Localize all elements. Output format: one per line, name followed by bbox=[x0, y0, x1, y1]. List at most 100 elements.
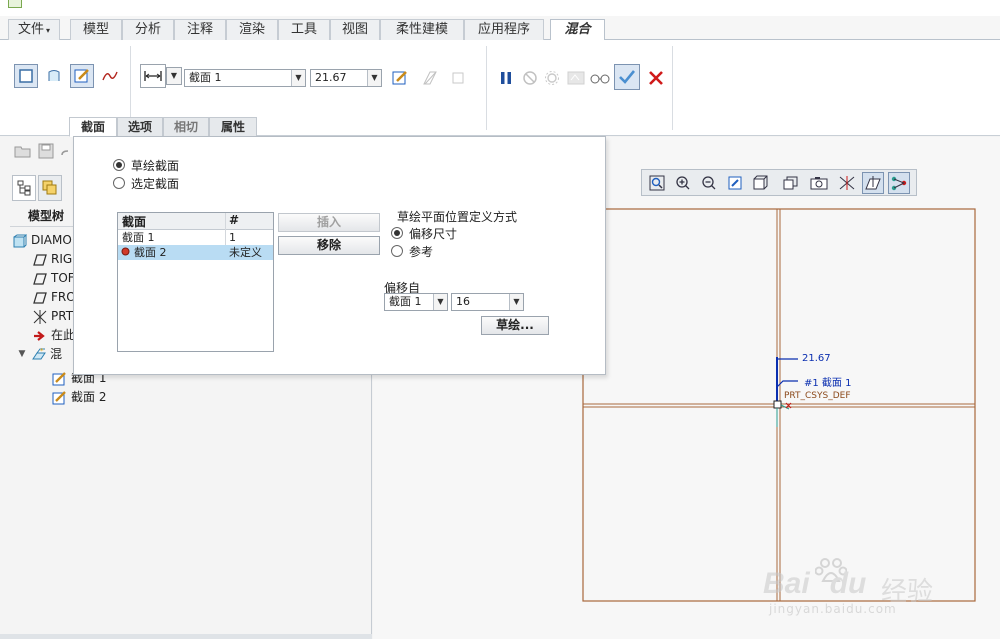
tree-item-right-plane[interactable]: RIG bbox=[32, 250, 72, 269]
plane-icon bbox=[423, 71, 437, 85]
table-row-selected[interactable]: 截面 2 未定义 bbox=[118, 245, 273, 260]
saved-orientations-button[interactable] bbox=[780, 172, 802, 194]
datum-planes-toggle[interactable] bbox=[862, 172, 884, 194]
tab-model[interactable]: 模型 bbox=[70, 19, 122, 40]
dimension-label[interactable]: 21.67 bbox=[802, 353, 831, 364]
tree-item-part[interactable]: DIAMO bbox=[12, 231, 72, 250]
tab-analysis[interactable]: 分析 bbox=[122, 19, 174, 40]
save-icon[interactable] bbox=[38, 143, 54, 159]
gear-icon bbox=[545, 71, 559, 85]
tab-model-tree[interactable] bbox=[12, 175, 36, 201]
depth-value-combo[interactable]: 21.67 ▼ bbox=[310, 69, 382, 87]
radio-dot[interactable] bbox=[391, 245, 403, 257]
undo-icon[interactable] bbox=[60, 143, 70, 159]
tab-tangency[interactable]: 相切 bbox=[163, 117, 209, 137]
tab-annotate[interactable]: 注释 bbox=[174, 19, 226, 40]
sketch-button[interactable]: 草绘... bbox=[481, 316, 549, 335]
row-index: 1 bbox=[229, 231, 236, 244]
repaint-button[interactable] bbox=[724, 172, 746, 194]
table-header: 截面 # bbox=[118, 213, 273, 230]
chevron-down-icon: ▼ bbox=[433, 294, 447, 310]
camera-icon bbox=[810, 177, 828, 190]
insert-here-arrow-icon bbox=[32, 328, 48, 344]
tree-item-blend[interactable]: ▼ * 混 bbox=[16, 345, 62, 364]
solid-button[interactable] bbox=[14, 64, 38, 88]
app-icon bbox=[8, 0, 22, 8]
table-row[interactable]: 截面 1 1 bbox=[118, 230, 273, 245]
tab-layers[interactable] bbox=[38, 175, 62, 201]
tree-item-csys[interactable]: PRT bbox=[32, 307, 73, 326]
tree-item-top-plane[interactable]: TOF bbox=[32, 269, 75, 288]
pause-icon bbox=[501, 72, 511, 84]
zoom-in-button[interactable] bbox=[672, 172, 694, 194]
tree-item-front-plane[interactable]: FRO bbox=[32, 288, 76, 307]
tree-item-label: DIAMO bbox=[31, 233, 72, 247]
blend-to-surface-button[interactable] bbox=[446, 66, 470, 90]
column-header-section: 截面 bbox=[122, 215, 147, 229]
tree-item-insert-here[interactable]: 在此 bbox=[32, 326, 75, 345]
radio-dot[interactable] bbox=[113, 177, 125, 189]
reference-plane-button[interactable] bbox=[418, 66, 442, 90]
layers-icon bbox=[42, 180, 57, 195]
ok-button[interactable] bbox=[614, 64, 640, 90]
surface-button[interactable] bbox=[42, 64, 66, 88]
tree-item-label: 混 bbox=[50, 347, 63, 361]
offset-from-combo[interactable]: 截面 1 ▼ bbox=[384, 293, 448, 311]
tab-tools[interactable]: 工具 bbox=[278, 19, 330, 40]
tab-file[interactable]: 文件 ▾ bbox=[8, 19, 60, 40]
watermark-url: jingyan.baidu.com bbox=[769, 602, 897, 616]
view-manager-button[interactable] bbox=[808, 172, 830, 194]
sketched-sections-radio[interactable]: 草绘截面 bbox=[113, 157, 179, 173]
tab-blend[interactable]: 混合 bbox=[550, 19, 605, 41]
perspective-button[interactable] bbox=[836, 172, 858, 194]
glasses-preview-button[interactable] bbox=[588, 66, 612, 90]
remove-button[interactable]: 移除 bbox=[278, 236, 380, 255]
radio-dot[interactable] bbox=[113, 159, 125, 171]
radio-dot[interactable] bbox=[391, 227, 403, 239]
chevron-down-icon: ▾ bbox=[46, 26, 51, 35]
status-strip bbox=[0, 634, 372, 639]
watermark-brand: Bai du bbox=[763, 567, 866, 601]
depth-option-dropdown[interactable]: ▼ bbox=[166, 67, 182, 85]
blend-feature-icon: * bbox=[31, 347, 47, 363]
sketch-view-toggle[interactable] bbox=[888, 172, 910, 194]
tab-flexible-modeling[interactable]: 柔性建模 bbox=[380, 19, 464, 40]
pause-button[interactable] bbox=[494, 66, 518, 90]
radio-label: 选定截面 bbox=[131, 176, 180, 191]
tab-applications[interactable]: 应用程序 bbox=[464, 19, 544, 40]
insert-button[interactable]: 插入 bbox=[278, 213, 380, 232]
section-label[interactable]: #1 截面 1 bbox=[804, 374, 851, 389]
zoom-in-icon bbox=[676, 176, 690, 190]
verify-mode-button[interactable] bbox=[564, 66, 588, 90]
glasses-icon bbox=[590, 74, 610, 84]
tab-options[interactable]: 选项 bbox=[117, 117, 163, 137]
refit-button[interactable] bbox=[646, 172, 668, 194]
datum-plane-icon bbox=[32, 271, 48, 287]
open-folder-icon[interactable] bbox=[14, 143, 32, 159]
depth-option-button[interactable] bbox=[140, 64, 166, 88]
tab-view[interactable]: 视图 bbox=[330, 19, 380, 40]
selected-sections-radio[interactable]: 选定截面 bbox=[113, 175, 179, 191]
reference-radio[interactable]: 参考 bbox=[391, 243, 433, 259]
offset-dimension-radio[interactable]: 偏移尺寸 bbox=[391, 225, 457, 241]
cancel-button[interactable] bbox=[644, 66, 668, 90]
define-sketch-button[interactable] bbox=[388, 66, 412, 90]
solid-icon bbox=[19, 69, 33, 83]
sketch-sections-button[interactable] bbox=[70, 64, 94, 88]
quick-access-toolbar bbox=[14, 141, 74, 161]
expand-triangle-icon[interactable]: ▼ bbox=[16, 347, 28, 363]
sketch-edit-icon bbox=[392, 71, 407, 85]
offset-value-combo[interactable]: 16 ▼ bbox=[451, 293, 524, 311]
zoom-out-button[interactable] bbox=[698, 172, 720, 194]
display-style-button[interactable] bbox=[750, 172, 772, 194]
tab-properties[interactable]: 属性 bbox=[209, 117, 257, 137]
section-combo[interactable]: 截面 1 ▼ bbox=[184, 69, 306, 87]
radio-label: 草绘截面 bbox=[131, 158, 180, 173]
selected-sections-button[interactable] bbox=[98, 64, 122, 88]
tab-render[interactable]: 渲染 bbox=[226, 19, 278, 40]
no-preview-button[interactable] bbox=[518, 66, 542, 90]
tree-item-section-2[interactable]: 截面 2 bbox=[52, 388, 106, 407]
tab-sections[interactable]: 截面 bbox=[69, 117, 117, 137]
watermark: Bai du 经验 jingyan.baidu.com bbox=[763, 555, 953, 616]
preview-mode-button[interactable] bbox=[540, 66, 564, 90]
